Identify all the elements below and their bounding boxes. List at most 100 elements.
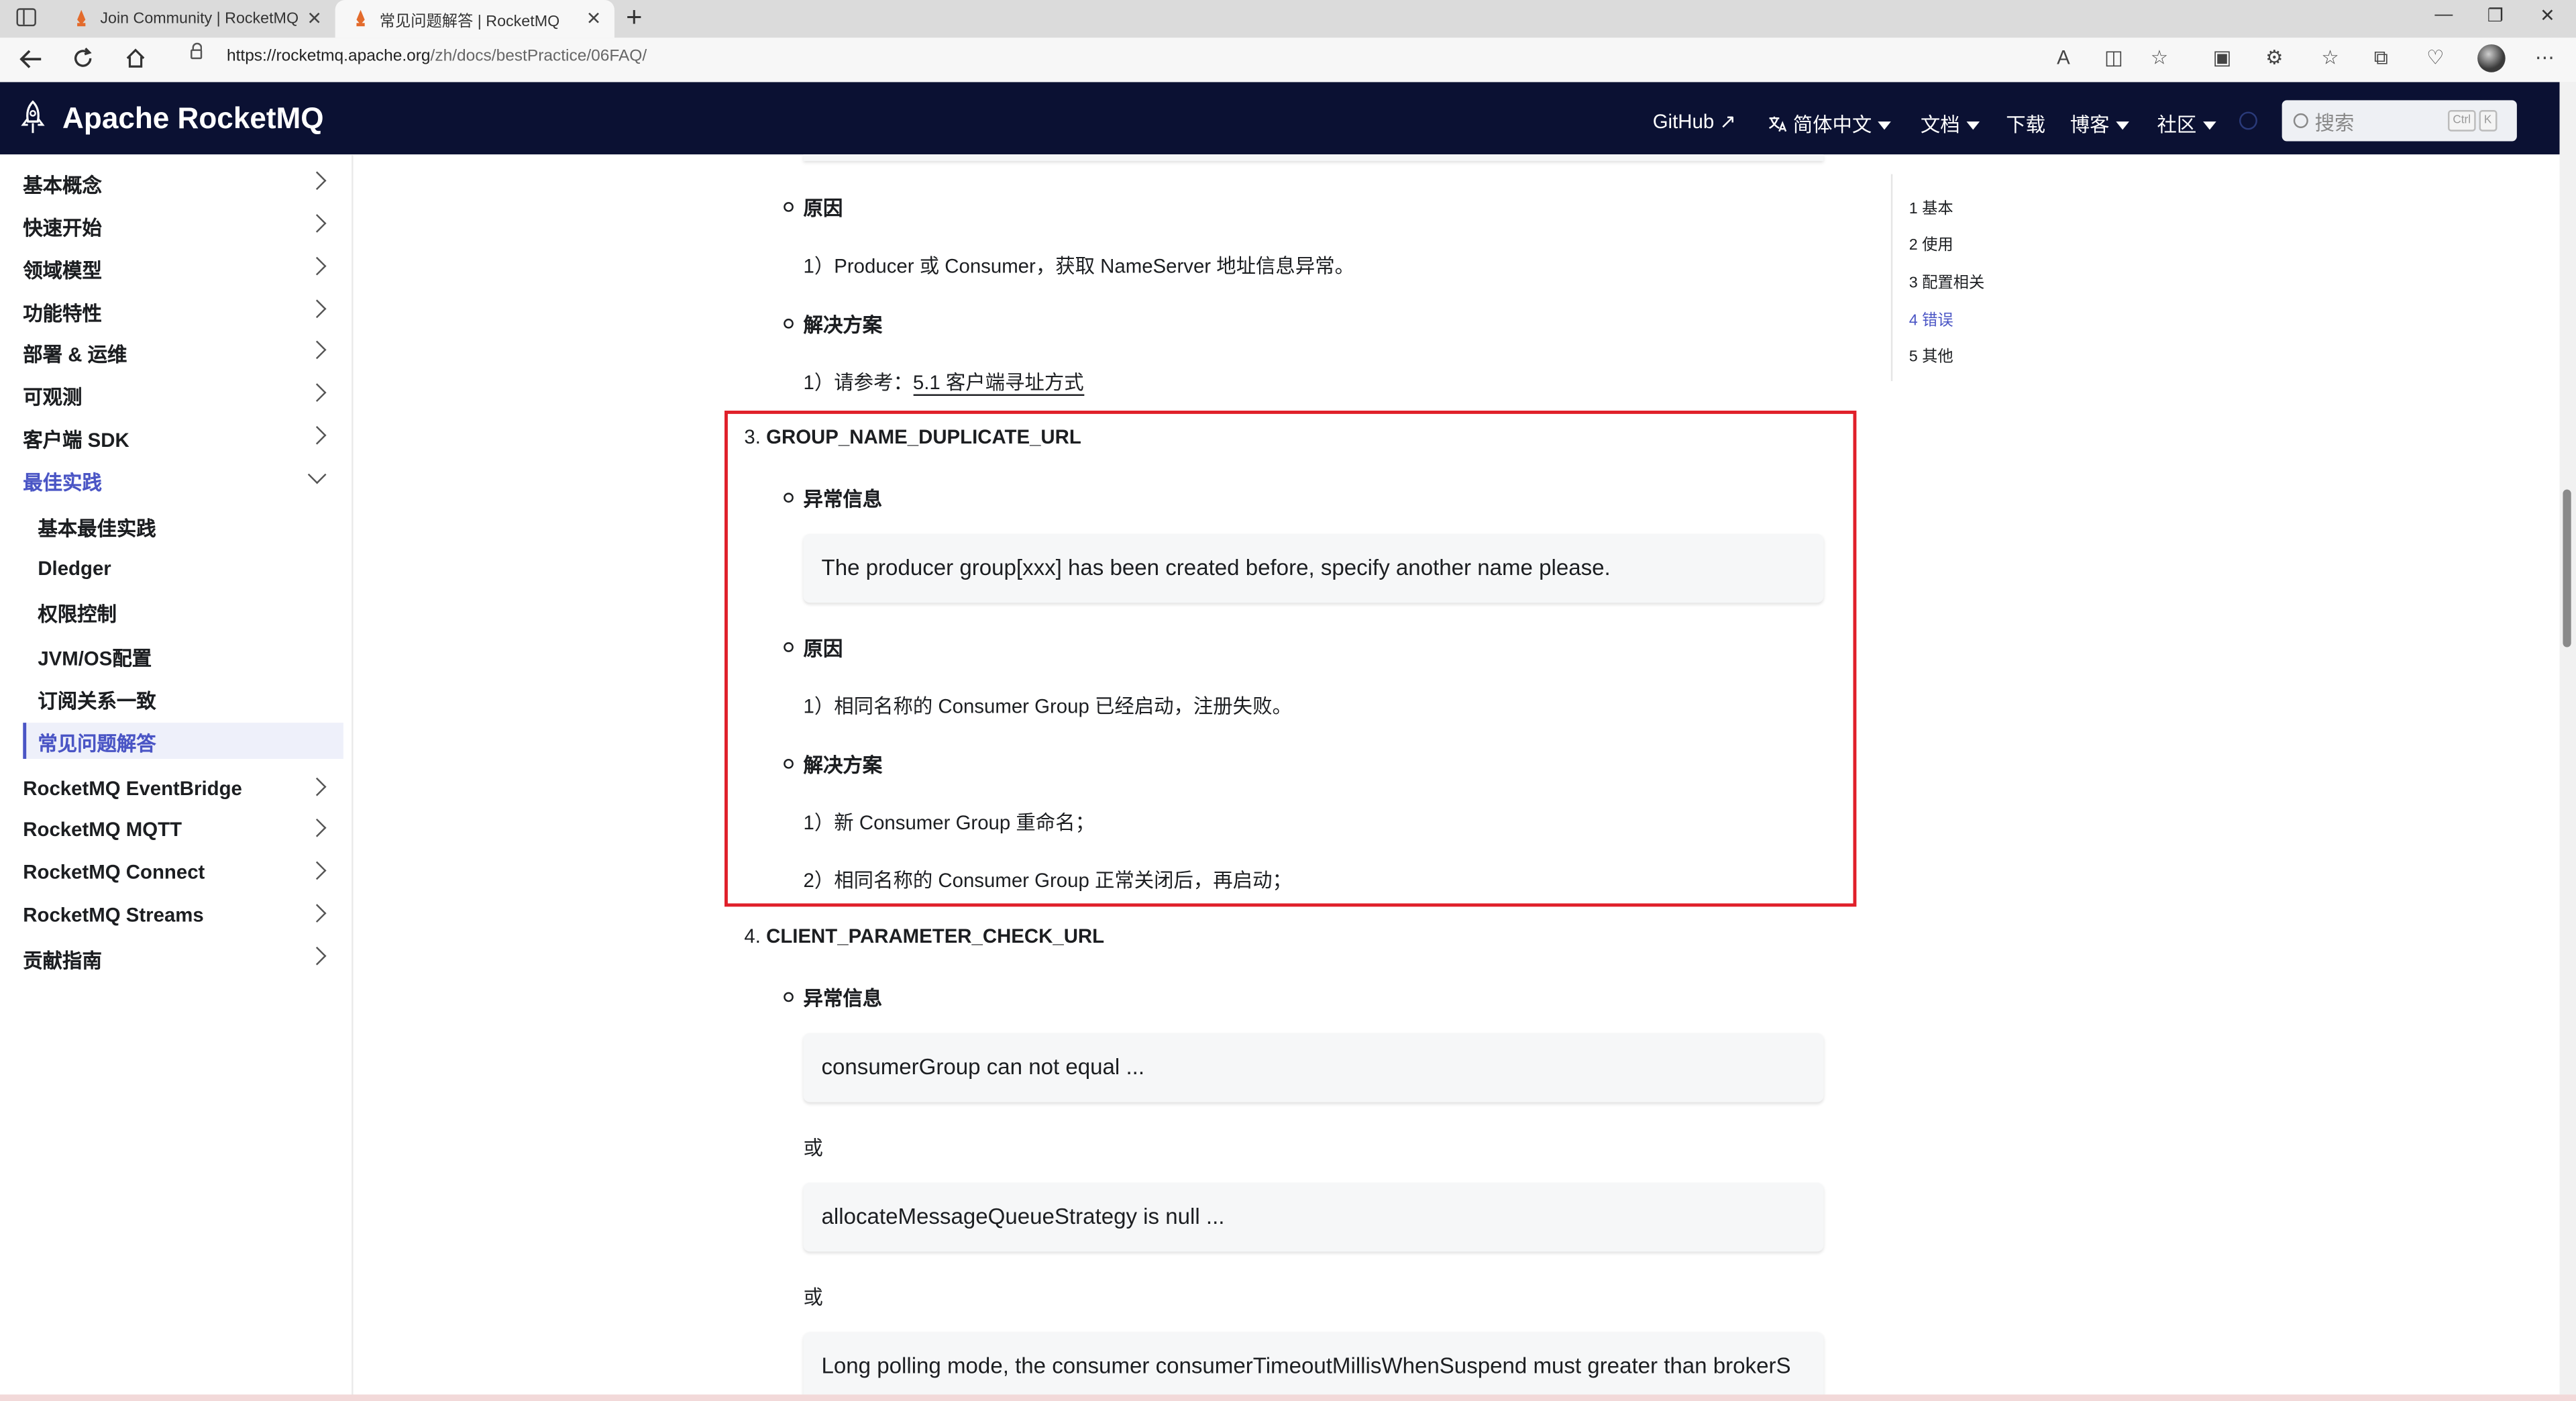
window-close-icon[interactable]: ✕ bbox=[2540, 5, 2555, 26]
nav-blog-dropdown[interactable]: 博客 bbox=[2070, 110, 2129, 138]
favorites-list-icon[interactable]: ☆ bbox=[2321, 46, 2339, 69]
solution-heading: 解决方案 bbox=[803, 754, 883, 777]
tab-close-icon[interactable]: ✕ bbox=[307, 8, 322, 30]
sidebar-subitem-acl[interactable]: 权限控制 bbox=[38, 600, 117, 628]
sidebar-item-deploy-ops[interactable]: 部署 & 运维 bbox=[23, 340, 127, 368]
list-bullet bbox=[784, 642, 794, 652]
list-bullet bbox=[784, 202, 794, 212]
new-tab-button[interactable]: + bbox=[626, 1, 642, 34]
sidebar-subitem-faq[interactable]: 常见问题解答 bbox=[38, 729, 156, 758]
or-text: 或 bbox=[803, 1286, 823, 1310]
cause-heading: 原因 bbox=[803, 197, 843, 221]
extension-icon[interactable]: ▣ bbox=[2213, 46, 2232, 69]
browser-essentials-icon[interactable]: ♡ bbox=[2426, 46, 2444, 69]
shortcut-key-k: K bbox=[2479, 110, 2497, 132]
search-icon bbox=[2293, 113, 2308, 128]
toc-divider bbox=[1890, 174, 1893, 381]
error-info-heading: 异常信息 bbox=[803, 987, 883, 1010]
section3-cause-text: 1）相同名称的 Consumer Group 已经启动，注册失败。 bbox=[803, 694, 1292, 718]
sidebar-item-mqtt[interactable]: RocketMQ MQTT bbox=[23, 818, 182, 841]
home-icon[interactable] bbox=[125, 48, 146, 69]
nav-download-link[interactable]: 下载 bbox=[2006, 110, 2045, 138]
lock-icon[interactable] bbox=[191, 42, 203, 60]
brand-title[interactable]: Apache RocketMQ bbox=[62, 102, 324, 136]
sidebar-subitem-basic-best-practice[interactable]: 基本最佳实践 bbox=[38, 514, 156, 542]
tab-close-icon[interactable]: ✕ bbox=[586, 8, 602, 30]
toc-item-errors[interactable]: 4 错误 bbox=[1909, 307, 1953, 330]
tab-title: Join Community | RocketMQ bbox=[100, 9, 299, 28]
read-aloud-icon[interactable]: A bbox=[2057, 46, 2070, 69]
page-scrollbar[interactable] bbox=[2559, 82, 2576, 1395]
tab-join-community[interactable]: Join Community | RocketMQ ✕ bbox=[56, 0, 335, 38]
favorite-star-icon[interactable]: ☆ bbox=[2151, 46, 2168, 69]
browser-tab-bar: Join Community | RocketMQ ✕ 常见问题解答 | Roc… bbox=[0, 0, 2576, 38]
omnibox[interactable]: https://rocketmq.apache.org/zh/docs/best… bbox=[171, 42, 2208, 76]
minimize-icon[interactable]: — bbox=[2434, 5, 2453, 24]
rocket-logo-icon[interactable] bbox=[19, 100, 46, 136]
sidebar-item-observability[interactable]: 可观测 bbox=[23, 382, 82, 411]
sidebar-item-streams[interactable]: RocketMQ Streams bbox=[23, 903, 204, 926]
url-text[interactable]: https://rocketmq.apache.org/zh/docs/best… bbox=[227, 48, 647, 66]
rocketmq-favicon-icon bbox=[352, 9, 370, 28]
search-box[interactable]: 搜索 Ctrl K bbox=[2282, 100, 2517, 142]
section3-heading: 3. GROUP_NAME_DUPLICATE_URL bbox=[744, 425, 1081, 449]
puzzle-icon[interactable]: ⚙ bbox=[2265, 46, 2283, 69]
chevron-down-icon bbox=[2116, 121, 2129, 131]
toc-item-usage[interactable]: 2 使用 bbox=[1909, 231, 1953, 255]
translate-icon bbox=[1768, 116, 1787, 132]
chevron-down-icon bbox=[1878, 121, 1892, 131]
tab-title: 常见问题解答 | RocketMQ bbox=[379, 12, 560, 31]
sidebar-item-features[interactable]: 功能特性 bbox=[23, 299, 102, 327]
rocketmq-favicon-icon bbox=[72, 9, 91, 28]
prev-cause-text: 1）Producer 或 Consumer，获取 NameServer 地址信息… bbox=[803, 254, 1355, 278]
sidebar-item-quick-start[interactable]: 快速开始 bbox=[23, 213, 102, 242]
list-bullet bbox=[784, 492, 794, 503]
nav-community-dropdown[interactable]: 社区 bbox=[2157, 110, 2216, 138]
cause-heading: 原因 bbox=[803, 637, 843, 661]
search-placeholder: 搜索 bbox=[2314, 111, 2355, 135]
sidebar-subitem-jvm-os[interactable]: JVM/OS配置 bbox=[38, 644, 152, 672]
client-addressing-link[interactable]: 5.1 客户端寻址方式 bbox=[912, 371, 1084, 396]
sidebar-item-eventbridge[interactable]: RocketMQ EventBridge bbox=[23, 777, 242, 800]
refresh-icon[interactable] bbox=[72, 48, 94, 69]
toc-item-basic[interactable]: 1 基本 bbox=[1909, 195, 1953, 219]
bottom-edge bbox=[0, 1394, 2576, 1401]
prev-solution-text: 1）请参考：5.1 客户端寻址方式 bbox=[804, 368, 1084, 396]
toc-item-other[interactable]: 5 其他 bbox=[1909, 344, 1953, 366]
more-menu-icon[interactable]: ⋯ bbox=[2535, 46, 2555, 69]
sidebar-subitem-subscription[interactable]: 订阅关系一致 bbox=[38, 686, 156, 715]
list-bullet bbox=[784, 992, 794, 1002]
sidebar-item-connect[interactable]: RocketMQ Connect bbox=[23, 861, 205, 884]
list-bullet bbox=[784, 758, 794, 769]
error-message-block: Long polling mode, the consumer consumer… bbox=[803, 1332, 1824, 1401]
section4-heading: 4. CLIENT_PARAMETER_CHECK_URL bbox=[744, 925, 1105, 948]
section3-solution-2: 2）相同名称的 Consumer Group 正常关闭后，再启动； bbox=[803, 868, 1292, 892]
code-block-partial bbox=[803, 154, 1824, 161]
sidebar-subitem-dledger[interactable]: Dledger bbox=[38, 557, 111, 580]
sidebar-item-basic-concepts[interactable]: 基本概念 bbox=[23, 171, 102, 199]
restore-icon[interactable]: ❐ bbox=[2487, 5, 2504, 26]
nav-github-link[interactable]: GitHub ↗ bbox=[1653, 110, 1736, 133]
sidebar-toggle-icon[interactable] bbox=[16, 8, 36, 27]
profile-avatar[interactable] bbox=[2477, 44, 2506, 72]
error-message-block: The producer group[xxx] has been created… bbox=[803, 533, 1824, 603]
sidebar-item-contribution[interactable]: 贡献指南 bbox=[23, 946, 102, 974]
nav-docs-dropdown[interactable]: 文档 bbox=[1921, 110, 1980, 138]
solution-heading: 解决方案 bbox=[803, 313, 883, 337]
list-bullet bbox=[784, 318, 794, 329]
theme-toggle-icon[interactable] bbox=[2239, 111, 2257, 130]
or-text: 或 bbox=[803, 1137, 823, 1160]
split-screen-icon[interactable]: ◫ bbox=[2104, 46, 2123, 69]
sidebar-item-best-practice[interactable]: 最佳实践 bbox=[23, 468, 102, 497]
sidebar-item-domain-model[interactable]: 领域模型 bbox=[23, 256, 102, 284]
scrollbar-thumb[interactable] bbox=[2563, 489, 2571, 647]
nav-language-dropdown[interactable]: 简体中文 bbox=[1768, 110, 1892, 138]
address-bar-row: https://rocketmq.apache.org/zh/docs/best… bbox=[0, 38, 2576, 84]
error-info-heading: 异常信息 bbox=[803, 488, 883, 511]
sidebar-item-client-sdk[interactable]: 客户端 SDK bbox=[23, 425, 129, 454]
collections-icon[interactable]: ⧉ bbox=[2374, 46, 2388, 71]
tab-faq[interactable]: 常见问题解答 | RocketMQ ✕ bbox=[335, 0, 614, 38]
back-icon[interactable] bbox=[19, 49, 42, 68]
chevron-down-icon bbox=[1966, 121, 1980, 131]
toc-item-config[interactable]: 3 配置相关 bbox=[1909, 269, 1985, 293]
